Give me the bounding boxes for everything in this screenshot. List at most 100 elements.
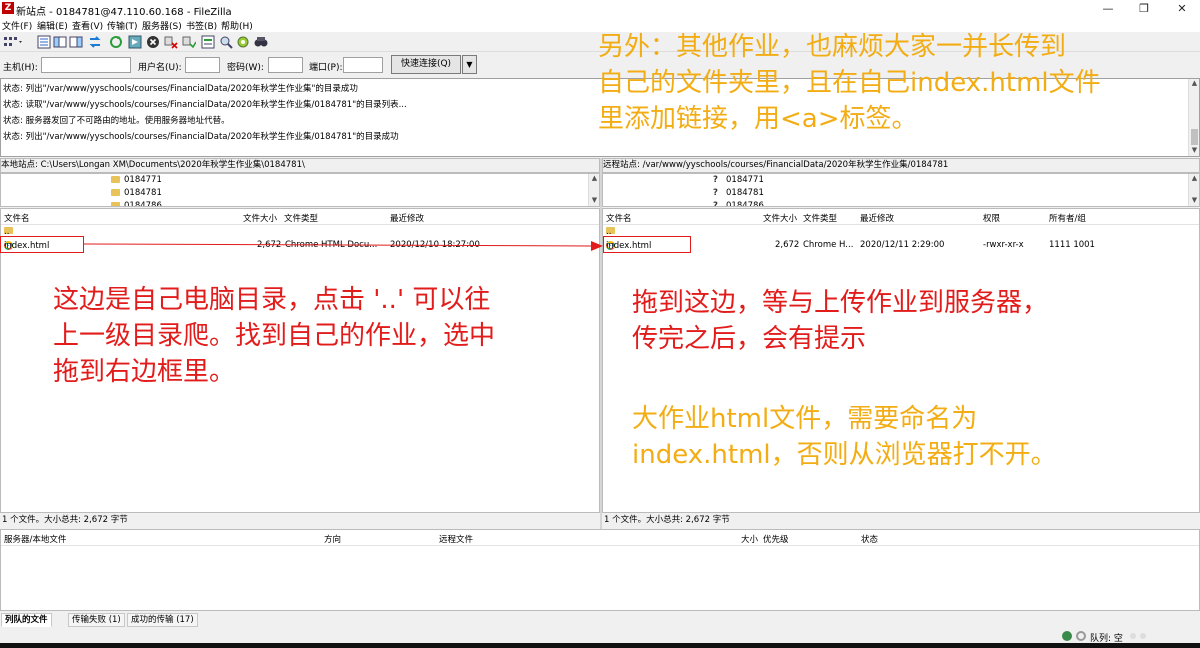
- col-status[interactable]: 状态: [861, 533, 878, 545]
- table-row[interactable]: index.html 2,672 Chrome H... 2020/12/11 …: [603, 239, 1199, 253]
- col-server-local-file[interactable]: 服务器/本地文件: [4, 533, 66, 545]
- unknown-folder-icon: ?: [713, 175, 718, 185]
- local-file-highlight: [0, 236, 84, 253]
- col-filesize[interactable]: 文件大小: [763, 212, 797, 224]
- menu-bookmarks[interactable]: 书签(B): [186, 19, 217, 32]
- col-size[interactable]: 大小: [741, 533, 758, 545]
- close-button[interactable]: ✕: [1164, 0, 1200, 17]
- log-line: 状态: 列出"/var/www/yyschools/courses/Financ…: [3, 132, 399, 142]
- col-permissions[interactable]: 权限: [983, 212, 1000, 224]
- tree-node[interactable]: 0184781: [111, 188, 162, 198]
- tab-successful-transfers[interactable]: 成功的传输 (17): [127, 613, 198, 627]
- remote-tree-scrollbar[interactable]: ▲ ▼: [1188, 174, 1199, 206]
- parent-dir-row[interactable]: ..: [603, 225, 1199, 239]
- speed-limit-icon[interactable]: [1076, 631, 1086, 641]
- col-priority[interactable]: 优先级: [763, 533, 789, 545]
- local-tree-toggle-icon[interactable]: [53, 35, 67, 49]
- tab-queued-files[interactable]: 列队的文件: [1, 613, 52, 627]
- password-input[interactable]: [268, 57, 303, 73]
- remote-tree-toggle-icon[interactable]: [69, 35, 83, 49]
- unknown-folder-icon: ?: [713, 188, 718, 198]
- transfer-queue-icon[interactable]: [88, 35, 102, 49]
- directory-listing-filters-icon[interactable]: [201, 35, 215, 49]
- menu-file[interactable]: 文件(F): [2, 19, 32, 32]
- tree-node[interactable]: ? 0184771: [713, 175, 764, 185]
- port-input[interactable]: [343, 57, 383, 73]
- annotation-drag-here: 拖到这边，等与上传作业到服务器， 传完之后，会有提示: [632, 288, 1049, 354]
- file-permissions: -rwxr-xr-x: [983, 240, 1024, 250]
- col-direction[interactable]: 方向: [324, 533, 341, 545]
- host-input[interactable]: [41, 57, 131, 73]
- col-remote-file[interactable]: 远程文件: [439, 533, 473, 545]
- remote-site-label: 远程站点:: [603, 160, 640, 170]
- tab-failed-transfers[interactable]: 传输失败 (1): [68, 613, 125, 627]
- scroll-down-icon[interactable]: ▼: [1189, 146, 1200, 156]
- queue-tabs: 列队的文件 传输失败 (1) 成功的传输 (17): [0, 611, 1200, 629]
- remote-file-highlight: [603, 236, 691, 253]
- minimize-button[interactable]: —: [1090, 0, 1126, 17]
- col-filetype[interactable]: 文件类型: [284, 212, 318, 224]
- quickconnect-button[interactable]: 快速连接(Q): [391, 55, 461, 74]
- quickconnect-history-dropdown[interactable]: ▼: [462, 55, 477, 74]
- annotation-local-directory: 这边是自己电脑目录，点击 '..' 可以往 上一级目录爬。找到自己的作业，选中 …: [53, 285, 496, 387]
- remote-status: 1 个文件。大小总共: 2,672 字节: [602, 513, 1200, 529]
- scroll-up-icon[interactable]: ▲: [1189, 79, 1200, 89]
- log-scrollbar[interactable]: ▲ ▼: [1188, 79, 1199, 156]
- reconnect-icon[interactable]: [182, 35, 197, 49]
- message-log-toggle-icon[interactable]: [37, 35, 51, 49]
- tree-node[interactable]: ? 0184786: [713, 201, 764, 207]
- compare-directories-icon[interactable]: [219, 35, 233, 49]
- cancel-icon[interactable]: [146, 35, 160, 49]
- local-tree-scrollbar[interactable]: ▲ ▼: [588, 174, 599, 206]
- username-input[interactable]: [185, 57, 220, 73]
- col-owner-group[interactable]: 所有者/组: [1049, 212, 1086, 224]
- local-site-label: 本地站点:: [1, 160, 38, 170]
- menu-edit[interactable]: 编辑(E): [37, 19, 68, 32]
- password-label: 密码(W):: [227, 63, 264, 73]
- menu-help[interactable]: 帮助(H): [221, 19, 253, 32]
- menu-transfer[interactable]: 传输(T): [107, 19, 138, 32]
- remote-column-headers: 文件名 文件大小 文件类型 最近修改 权限 所有者/组: [603, 209, 1199, 225]
- site-manager-icon[interactable]: [3, 35, 23, 49]
- activity-led-icon: [1140, 633, 1146, 639]
- maximize-button[interactable]: ❐: [1126, 0, 1162, 17]
- local-column-headers: 文件名 文件大小 文件类型 最近修改: [1, 209, 599, 225]
- annotation-other-homework: 另外：其他作业，也麻烦大家一并长传到 自己的文件夹里，且在自己index.htm…: [598, 32, 1101, 134]
- remote-path-value[interactable]: /var/www/yyschools/courses/FinancialData…: [643, 160, 949, 170]
- refresh-icon[interactable]: [109, 35, 123, 49]
- col-modified[interactable]: 最近修改: [860, 212, 894, 224]
- remote-path-bar[interactable]: 远程站点: /var/www/yyschools/courses/Financi…: [602, 158, 1200, 173]
- col-filename[interactable]: 文件名: [606, 212, 632, 224]
- local-directory-tree[interactable]: 0184771 0184781 0184786 ▲ ▼: [0, 173, 600, 207]
- sync-browsing-icon[interactable]: [236, 35, 250, 49]
- tree-node[interactable]: ? 0184781: [713, 188, 764, 198]
- col-filename[interactable]: 文件名: [4, 212, 30, 224]
- col-filesize[interactable]: 文件大小: [243, 212, 277, 224]
- file-type: Chrome H...: [803, 240, 854, 250]
- log-line: 状态: 读取"/var/www/yyschools/courses/Financ…: [3, 100, 407, 110]
- drag-arrow: [84, 241, 603, 251]
- process-queue-icon[interactable]: [128, 35, 142, 49]
- host-label: 主机(H):: [3, 63, 38, 73]
- tree-node[interactable]: 0184786: [111, 201, 162, 206]
- port-label: 端口(P):: [309, 63, 343, 73]
- menu-server[interactable]: 服务器(S): [142, 19, 182, 32]
- taskbar-edge: [0, 643, 1200, 648]
- unknown-folder-icon: ?: [713, 201, 718, 207]
- remote-directory-tree[interactable]: ? 0184771 ? 0184781 ? 0184786 ▲ ▼: [602, 173, 1200, 207]
- search-icon[interactable]: [254, 35, 268, 49]
- col-modified[interactable]: 最近修改: [390, 212, 424, 224]
- tree-node[interactable]: 0184771: [111, 175, 162, 185]
- menu-view[interactable]: 查看(V): [72, 19, 103, 32]
- local-path-bar[interactable]: 本地站点: C:\Users\Longan XM\Documents\2020年…: [0, 158, 600, 173]
- pane-splitter[interactable]: [600, 158, 602, 529]
- filezilla-icon: Z: [2, 2, 14, 14]
- title-bar: Z 新站点 - 0184781@47.110.60.168 - FileZill…: [0, 0, 1200, 18]
- folder-icon: [111, 202, 120, 206]
- local-path-value[interactable]: C:\Users\Longan XM\Documents\2020年秋学生作业集…: [41, 160, 305, 170]
- disconnect-icon[interactable]: [164, 35, 178, 49]
- activity-led-icon: [1130, 633, 1136, 639]
- local-status: 1 个文件。大小总共: 2,672 字节: [0, 513, 600, 529]
- col-filetype[interactable]: 文件类型: [803, 212, 837, 224]
- transfer-queue[interactable]: 服务器/本地文件 方向 远程文件 大小 优先级 状态: [0, 529, 1200, 611]
